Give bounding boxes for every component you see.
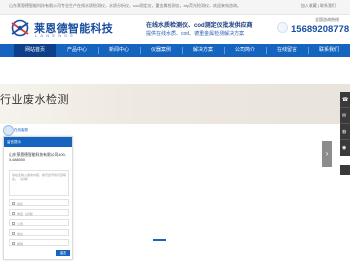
main-nav: 网站首页 产品中心 新闻中心 仪器案例 解决方案 公司简介 在线留言 联系我们 <box>0 44 350 57</box>
nav-about[interactable]: 公司简介 <box>224 44 266 57</box>
logo-icon[interactable] <box>9 19 31 37</box>
send-button[interactable]: 留言 <box>56 250 70 256</box>
phone-field[interactable]: 电话（必填） <box>9 209 69 216</box>
nav-solutions[interactable]: 解决方案 <box>182 44 224 57</box>
chat-header: 留言提示 <box>4 137 72 147</box>
top-bar: 山东莱恩德智能科技有限公司专业生产在线水质检测仪，水质分析仪，cod测定仪，重金… <box>0 0 350 15</box>
wechat-icon[interactable]: ◍ <box>340 124 350 140</box>
phone-icon <box>277 22 288 33</box>
chat-company-message: 山东莱恩德智能科技有限公司400-0-688000 <box>9 153 66 162</box>
mail-icon <box>12 242 15 246</box>
phone-placeholder: 电话（必填） <box>17 211 36 216</box>
location-icon <box>12 232 15 236</box>
arrow-up-icon[interactable] <box>340 165 350 175</box>
message-textarea[interactable]: 请在此输入留言内容，我们会尽快与您联系。（必填） <box>9 170 69 196</box>
phone-icon <box>12 212 15 216</box>
nav-cases[interactable]: 仪器案例 <box>140 44 182 57</box>
slider-next-arrow[interactable]: › <box>322 141 332 167</box>
hotline-number: 15689208778 <box>291 24 350 35</box>
nav-contact[interactable]: 联系我们 <box>308 44 350 57</box>
phone-icon[interactable]: ☎ <box>340 92 350 108</box>
slogan-line-2: 提供在线水质、cod、德重金属检测解决方案 <box>146 31 245 37</box>
welcome-text: 山东莱恩德智能科技有限公司专业生产在线水质检测仪，水质分析仪，cod测定仪，重金… <box>9 3 242 8</box>
logo-subtitle: LANENDE <box>35 33 77 38</box>
building-icon <box>12 222 15 226</box>
customer-service-avatar[interactable] <box>3 125 14 136</box>
chat-widget: 留言提示 山东莱恩德智能科技有限公司400-0-688000 请在此输入留言内容… <box>3 136 73 260</box>
hotline-label: 全国咨询热线 <box>315 17 339 22</box>
slogan-line-1: 在线水质检测仪、cod测定仪批发供应商 <box>146 23 253 29</box>
name-field[interactable]: 姓名 <box>9 199 69 206</box>
chat-header-title: 留言提示 <box>7 140 21 144</box>
nav-home[interactable]: 网站首页 <box>14 44 56 57</box>
user-icon <box>12 202 15 206</box>
slider-pagination-dot[interactable] <box>153 239 166 241</box>
email-placeholder: 邮箱 <box>17 241 24 246</box>
address-field[interactable]: 地址 <box>9 229 69 236</box>
name-placeholder: 姓名 <box>17 201 24 206</box>
online-service-label[interactable]: 在线客服 <box>14 128 28 133</box>
side-toolbar: ☎ ✉ ◍ ◉ <box>340 92 350 156</box>
address-placeholder: 地址 <box>17 231 24 236</box>
nav-news[interactable]: 新闻中心 <box>98 44 140 57</box>
company-placeholder: 公司 <box>17 221 24 226</box>
top-links[interactable]: 加入收藏 | 联系我们 <box>301 3 336 9</box>
email-field[interactable]: 邮箱 <box>9 239 69 246</box>
chat-icon[interactable]: ✉ <box>340 108 350 124</box>
company-field[interactable]: 公司 <box>9 219 69 226</box>
banner-title: 行业废水检测 <box>0 94 69 106</box>
nav-products[interactable]: 产品中心 <box>56 44 98 57</box>
nav-message[interactable]: 在线留言 <box>266 44 308 57</box>
qq-icon[interactable]: ◉ <box>340 140 350 156</box>
